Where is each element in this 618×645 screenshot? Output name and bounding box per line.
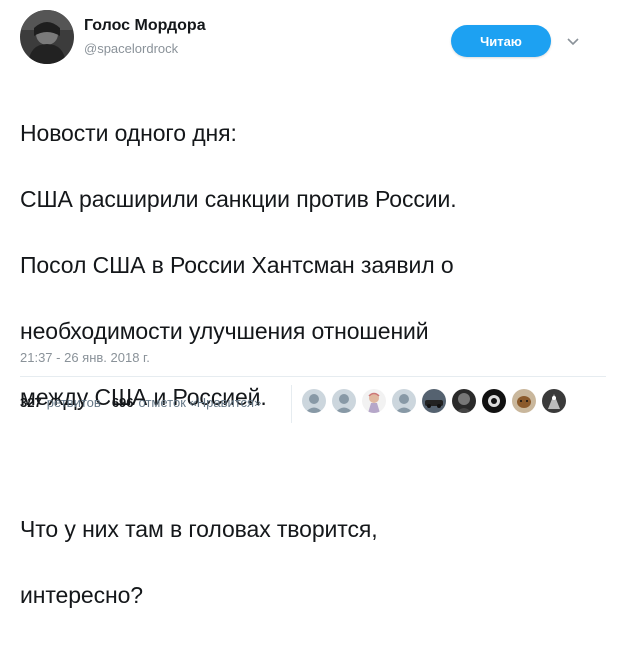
likes-count[interactable]: 696 xyxy=(112,395,134,410)
liker-avatar-car[interactable] xyxy=(422,389,446,413)
tweet-text-line: Новости одного дня: xyxy=(20,120,237,146)
liker-avatar-default[interactable] xyxy=(392,389,416,413)
liker-avatar-dog[interactable] xyxy=(512,389,536,413)
display-name[interactable]: Голос Мордора xyxy=(84,17,206,35)
follow-button[interactable]: Читаю xyxy=(451,25,551,57)
likers-avatars xyxy=(302,389,572,413)
tweet-text-line: необходимости улучшения отношений xyxy=(20,318,429,344)
user-handle[interactable]: @spacelordrock xyxy=(84,41,178,56)
retweets-label[interactable]: ретвитов xyxy=(47,395,101,410)
liker-avatar-default[interactable] xyxy=(302,389,326,413)
tweet-text-line: Посол США в России Хантсман заявил о xyxy=(20,252,454,278)
liker-avatar-drawing[interactable] xyxy=(362,389,386,413)
tweet-text-line: Что у них там в головах творится, xyxy=(20,516,378,542)
avatar-image xyxy=(20,10,74,64)
divider xyxy=(20,376,606,377)
liker-avatar-default[interactable] xyxy=(332,389,356,413)
likes-label[interactable]: отметок «Нравится» xyxy=(139,395,262,410)
liker-avatar-dark[interactable] xyxy=(452,389,476,413)
liker-avatar-black[interactable] xyxy=(482,389,506,413)
tweet-card: Голос Мордора @spacelordrock Читаю Новос… xyxy=(0,0,618,608)
retweets-count[interactable]: 327 xyxy=(20,395,42,410)
tweet-timestamp[interactable]: 21:37 - 26 янв. 2018 г. xyxy=(20,350,150,365)
tweet-text-line: США расширили санкции против России. xyxy=(20,186,457,212)
chevron-down-icon[interactable] xyxy=(565,33,581,49)
avatar[interactable] xyxy=(20,10,74,64)
tweet-stats: 327 ретвитов 696 отметок «Нравится» xyxy=(20,395,272,410)
tweet-text-blank-line xyxy=(20,447,610,480)
liker-avatar-figure[interactable] xyxy=(542,389,566,413)
tweet-text-line: интересно? xyxy=(20,582,143,608)
stats-divider xyxy=(291,385,292,423)
